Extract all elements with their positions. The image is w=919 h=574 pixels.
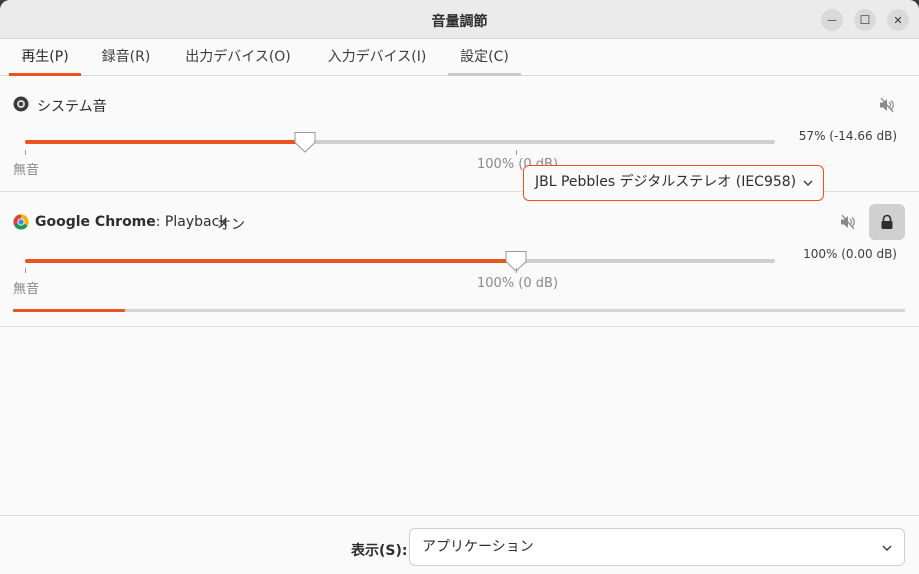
minimize-button[interactable]: — (821, 9, 843, 31)
reference-label: 100% (0 dB) (477, 276, 559, 291)
lock-channels-button[interactable] (869, 204, 905, 240)
playback-stream-list: システム音 57% (-14.66 dB) 無音 100% (0 dB) Goo… (0, 76, 919, 515)
tab-recording-label: 録音(R) (101, 49, 151, 65)
min-tick (25, 150, 26, 155)
peak-level-meter (13, 309, 905, 312)
volume-slider-handle[interactable] (294, 131, 316, 153)
volume-slider-fill (25, 259, 516, 263)
stream-status: オン (217, 217, 245, 233)
stream-name: システム音 (37, 99, 107, 115)
tab-bar: 再生(P) 録音(R) 出力デバイス(O) 入力デバイス(I) 設定(C) (0, 39, 919, 76)
mute-toggle-icon[interactable] (839, 213, 857, 231)
min-tick (25, 268, 26, 273)
tab-configuration[interactable]: 設定(C) (448, 39, 521, 76)
volume-value-label: 100% (0.00 dB) (803, 247, 897, 261)
tab-input-devices-label: 入力デバイス(I) (327, 49, 427, 65)
chevron-down-icon (803, 180, 813, 186)
volume-slider-fill (25, 140, 305, 144)
tab-playback-label: 再生(P) (21, 49, 69, 65)
output-device-dropdown[interactable]: JBL Pebbles デジタルステレオ (IEC958) (523, 165, 824, 201)
chrome-icon (13, 214, 29, 230)
pavucontrol-window: 音量調節 — ☐ ✕ 再生(P) 録音(R) 出力デバイス(O) 入力デバイス(… (0, 0, 919, 574)
reference-tick (516, 150, 517, 155)
mute-label: 無音 (13, 163, 40, 178)
maximize-button[interactable]: ☐ (854, 9, 876, 31)
lock-icon (881, 214, 893, 229)
stream-separator (0, 326, 919, 327)
stream-google-chrome: Google Chrome: Playback オン JBL Pebbles デ… (0, 165, 919, 326)
mute-label: 無音 (13, 282, 40, 297)
maximize-icon: ☐ (859, 13, 871, 27)
output-device-value: JBL Pebbles デジタルステレオ (IEC958) (535, 174, 797, 190)
show-filter-value: アプリケーション (422, 539, 534, 555)
speaker-icon (13, 96, 29, 112)
close-button[interactable]: ✕ (887, 9, 909, 31)
tab-output-devices-label: 出力デバイス(O) (185, 49, 291, 65)
title-bar[interactable]: 音量調節 — ☐ ✕ (0, 0, 919, 39)
show-filter-dropdown[interactable]: アプリケーション (409, 528, 905, 566)
peak-level-fill (13, 309, 125, 312)
window-title: 音量調節 (431, 14, 488, 30)
tab-playback[interactable]: 再生(P) (9, 39, 81, 76)
tab-configuration-label: 設定(C) (460, 49, 509, 65)
stream-title: Google Chrome: Playback (35, 214, 227, 230)
mute-toggle-icon[interactable] (878, 96, 896, 114)
tab-output-devices[interactable]: 出力デバイス(O) (176, 39, 300, 75)
minimize-icon: — (827, 14, 837, 26)
volume-slider[interactable] (25, 259, 775, 263)
tab-recording[interactable]: 録音(R) (93, 39, 159, 75)
volume-slider[interactable] (25, 140, 775, 144)
tab-input-devices[interactable]: 入力デバイス(I) (318, 39, 436, 75)
show-filter-label: 表示(S): (351, 543, 408, 559)
bottom-bar: 表示(S): アプリケーション (0, 515, 919, 574)
chevron-down-icon (882, 545, 892, 551)
close-icon: ✕ (893, 13, 903, 27)
stream-app-name: Google Chrome (35, 214, 156, 230)
volume-value-label: 57% (-14.66 dB) (798, 129, 897, 143)
reference-tick (516, 268, 517, 273)
